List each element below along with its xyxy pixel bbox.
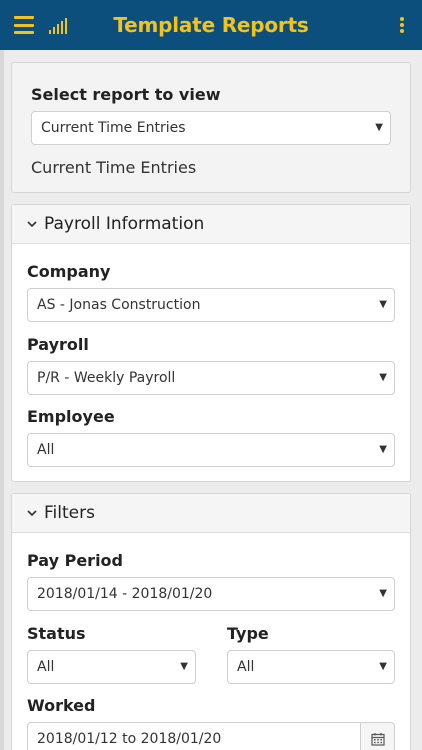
caret-down-icon: ▼ — [379, 444, 387, 455]
payroll-information-card: Payroll Information Company AS - Jonas C… — [11, 204, 411, 482]
filters-card: Filters Pay Period 2018/01/14 - 2018/01/… — [11, 493, 411, 750]
chevron-down-icon — [27, 221, 37, 228]
company-label: Company — [27, 262, 111, 281]
report-select-card: Select report to view Current Time Entri… — [11, 62, 411, 193]
caret-down-icon: ▼ — [375, 122, 383, 133]
left-scroll-edge — [0, 50, 4, 750]
report-select-label: Select report to view — [31, 85, 221, 104]
pay-period-select[interactable]: 2018/01/14 - 2018/01/20 ▼ — [27, 577, 395, 611]
filters-header[interactable]: Filters — [12, 494, 410, 533]
type-label: Type — [227, 624, 269, 643]
company-value: AS - Jonas Construction — [37, 297, 201, 313]
page-title: Template Reports — [113, 13, 309, 37]
pay-period-label: Pay Period — [27, 551, 123, 570]
employee-value: All — [37, 442, 55, 458]
caret-down-icon: ▼ — [379, 588, 387, 599]
calendar-glyph-icon — [370, 733, 385, 746]
current-report-text: Current Time Entries — [31, 158, 197, 177]
worked-value: 2018/01/12 to 2018/01/20 — [37, 731, 222, 747]
payroll-information-title: Payroll Information — [44, 214, 205, 234]
pay-period-value: 2018/01/14 - 2018/01/20 — [37, 586, 213, 602]
report-select-value: Current Time Entries — [41, 120, 186, 136]
type-value: All — [237, 659, 255, 675]
calendar-icon[interactable] — [360, 723, 394, 750]
employee-label: Employee — [27, 407, 115, 426]
app-header: Template Reports — [0, 0, 422, 50]
caret-down-icon: ▼ — [180, 661, 188, 672]
worked-label: Worked — [27, 696, 96, 715]
payroll-label: Payroll — [27, 335, 89, 354]
chevron-down-icon — [27, 510, 37, 517]
status-label: Status — [27, 624, 86, 643]
payroll-select[interactable]: P/R - Weekly Payroll ▼ — [27, 361, 395, 395]
caret-down-icon: ▼ — [379, 372, 387, 383]
report-select-dropdown[interactable]: Current Time Entries ▼ — [31, 111, 391, 145]
filters-title: Filters — [44, 503, 95, 523]
type-select[interactable]: All ▼ — [227, 650, 395, 684]
more-options-icon[interactable] — [400, 17, 404, 33]
employee-select[interactable]: All ▼ — [27, 433, 395, 467]
status-select[interactable]: All ▼ — [27, 650, 196, 684]
caret-down-icon: ▼ — [379, 661, 387, 672]
worked-date-range-input[interactable]: 2018/01/12 to 2018/01/20 — [27, 722, 395, 750]
status-value: All — [37, 659, 55, 675]
payroll-information-header[interactable]: Payroll Information — [12, 205, 410, 244]
payroll-value: P/R - Weekly Payroll — [37, 370, 176, 386]
caret-down-icon: ▼ — [379, 299, 387, 310]
company-select[interactable]: AS - Jonas Construction ▼ — [27, 288, 395, 322]
